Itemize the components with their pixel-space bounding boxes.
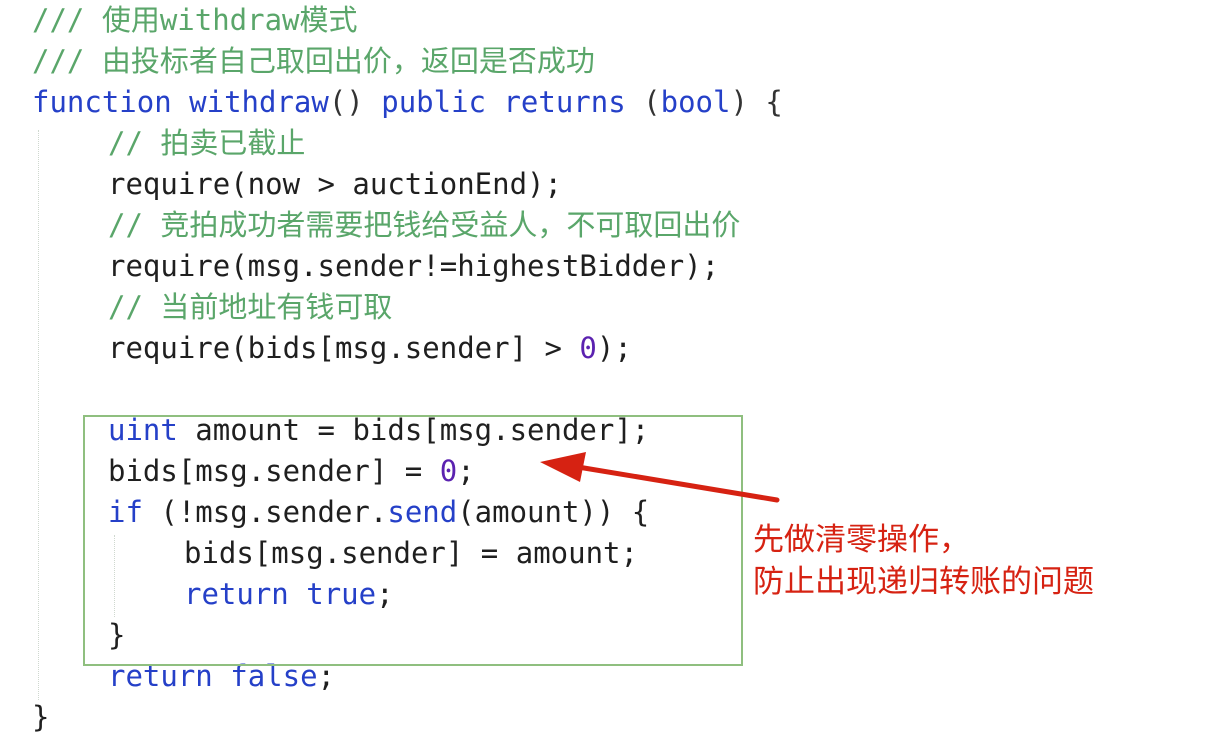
annotation-text-line-1: 先做清零操作， <box>753 522 970 558</box>
annotation-arrow <box>540 452 780 503</box>
annotation-callout: 先做清零操作， 防止出现递归转账的问题 <box>753 519 1094 603</box>
annotation-text-line-2: 防止出现递归转账的问题 <box>753 564 1094 600</box>
